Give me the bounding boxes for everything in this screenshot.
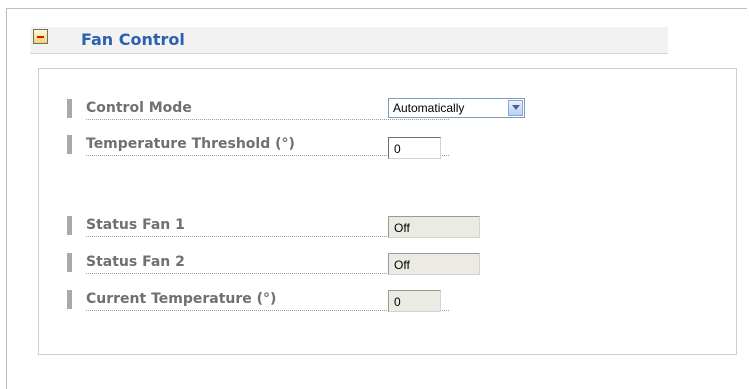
row-marker <box>67 216 72 235</box>
row-separator <box>86 119 449 120</box>
control-mode-value: Automatically <box>393 101 465 115</box>
row-marker <box>67 290 72 309</box>
status-fan-2-field: Off <box>388 253 480 275</box>
row-marker <box>67 135 72 154</box>
temperature-threshold-label: Temperature Threshold (°) <box>86 136 295 152</box>
chevron-down-icon[interactable] <box>508 100 523 116</box>
current-temperature-label: Current Temperature (°) <box>86 291 277 307</box>
row-marker <box>67 99 72 118</box>
row-marker <box>67 253 72 272</box>
status-fan-1-label: Status Fan 1 <box>86 217 185 233</box>
control-mode-label: Control Mode <box>86 100 192 116</box>
status-fan-1-field: Off <box>388 216 480 238</box>
collapse-minus-icon[interactable] <box>33 29 48 44</box>
control-mode-select[interactable]: Automatically <box>388 98 525 118</box>
section-title: Fan Control <box>81 30 185 49</box>
temperature-threshold-input[interactable]: 0 <box>388 137 441 159</box>
status-fan-2-label: Status Fan 2 <box>86 254 185 270</box>
current-temperature-field: 0 <box>388 290 441 312</box>
